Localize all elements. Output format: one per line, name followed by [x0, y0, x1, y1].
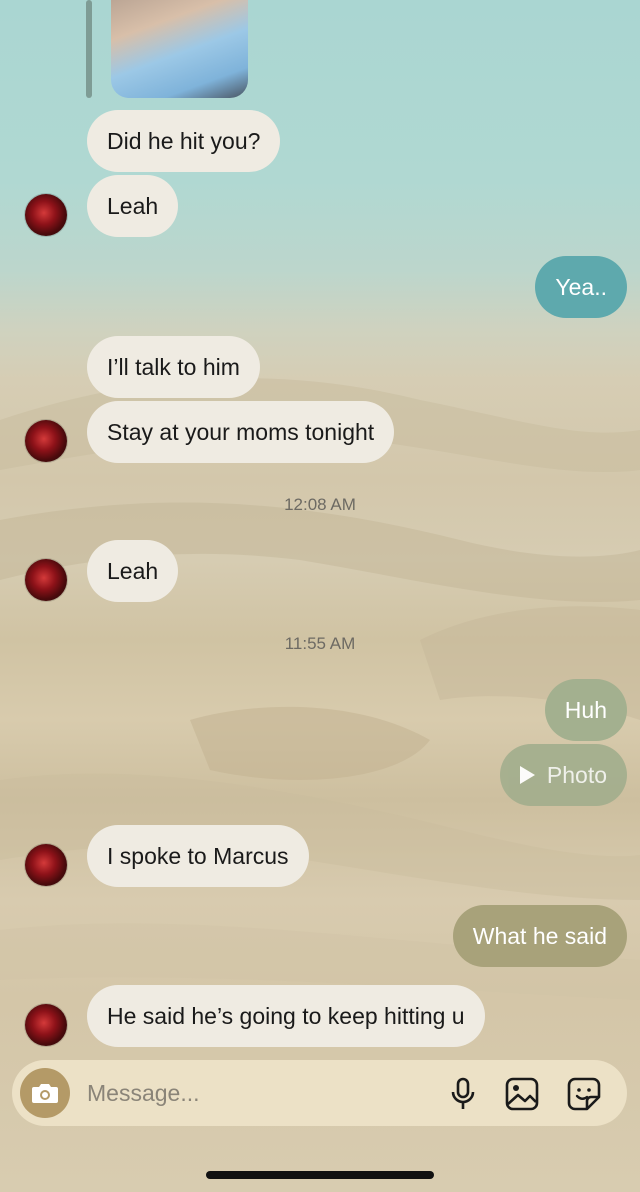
incoming-message[interactable]: Stay at your moms tonight [87, 401, 395, 463]
message-text: He said he’s going to keep hitting u [107, 1002, 465, 1029]
message-text: Leah [107, 192, 159, 219]
camera-icon [32, 1084, 58, 1103]
message-text: I’ll talk to him [107, 353, 240, 380]
message-text: Did he hit you? [107, 127, 261, 154]
avatar[interactable] [25, 844, 67, 886]
message-text: Leah [107, 557, 159, 584]
incoming-message[interactable]: Leah [87, 540, 179, 602]
camera-button[interactable] [20, 1068, 70, 1118]
message-text: Yea.. [555, 273, 607, 300]
incoming-message[interactable]: Leah [87, 175, 179, 237]
shared-photo-thumbnail[interactable] [111, 0, 248, 98]
outgoing-message[interactable]: Yea.. [535, 256, 627, 318]
image-icon [505, 1077, 539, 1111]
microphone-icon [451, 1077, 475, 1109]
avatar[interactable] [25, 194, 67, 236]
gallery-button[interactable] [504, 1076, 540, 1112]
message-placeholder: Message... [87, 1079, 200, 1106]
timestamp: 12:08 AM [284, 495, 356, 514]
message-text: What he said [472, 922, 607, 949]
home-indicator [206, 1171, 434, 1179]
sticker-icon [567, 1077, 601, 1111]
message-text: Stay at your moms tonight [107, 418, 375, 445]
microphone-button[interactable] [445, 1076, 481, 1112]
avatar[interactable] [25, 420, 67, 462]
message-input[interactable]: Message... [87, 1060, 200, 1126]
outgoing-photo-message[interactable]: Photo [499, 744, 627, 806]
message-text: I spoke to Marcus [107, 842, 289, 869]
message-composer: Message... [12, 1060, 627, 1126]
outgoing-message[interactable]: Huh [544, 679, 627, 741]
sticker-button[interactable] [566, 1076, 602, 1112]
play-icon [519, 766, 535, 784]
incoming-message[interactable]: I spoke to Marcus [87, 825, 309, 887]
avatar[interactable] [25, 1004, 67, 1046]
avatar[interactable] [25, 559, 67, 601]
message-text: Huh [564, 696, 607, 723]
incoming-message[interactable]: Did he hit you? [87, 110, 281, 172]
incoming-message[interactable]: I’ll talk to him [87, 336, 260, 398]
reply-quote-bar [86, 0, 92, 98]
timestamp: 11:55 AM [284, 634, 356, 653]
message-text: Photo [546, 761, 607, 788]
incoming-message[interactable]: He said he’s going to keep hitting u [87, 985, 485, 1047]
outgoing-message[interactable]: What he said [452, 905, 627, 967]
